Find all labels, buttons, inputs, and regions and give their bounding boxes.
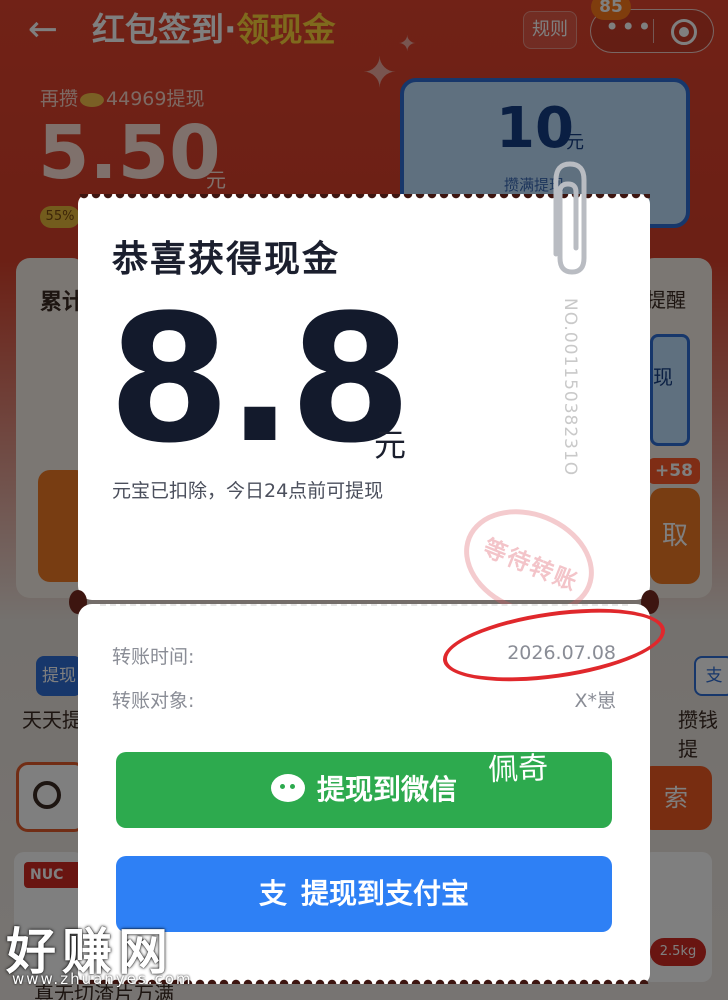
cash-unit: 元 <box>374 426 407 464</box>
tear-line <box>100 604 628 606</box>
alipay-icon: 支 <box>258 877 287 910</box>
stamp-text: 等待转账 <box>479 535 582 597</box>
annotation-circle <box>438 596 670 694</box>
watermark-url: www.zhuanyes.com <box>12 970 193 988</box>
site-watermark: 好赚网 www.zhuanyes.com <box>6 912 206 996</box>
paperclip-icon <box>553 161 587 275</box>
congrats-title: 恭喜获得现金 <box>112 239 341 280</box>
wechat-icon <box>270 774 305 802</box>
wechat-button-label: 提现到微信 <box>316 773 457 806</box>
cash-amount: 8.8 <box>108 277 412 482</box>
cash-note: 元宝已扣除，今日24点前可提现 <box>112 480 384 502</box>
transfer-time-label: 转账时间: <box>112 646 195 668</box>
serial-number-text: NO.00115038231O <box>560 298 580 477</box>
transfer-target-value: X*崽 <box>574 690 616 712</box>
alipay-button-label: 提现到支付宝 <box>301 877 470 910</box>
handwritten-note: 佩奇 <box>487 750 549 789</box>
cash-ticket-top: 恭喜获得现金 8.8 元 元宝已扣除，今日24点前可提现 NO.00115038… <box>78 161 650 634</box>
transfer-target-label: 转账对象: <box>112 690 195 712</box>
